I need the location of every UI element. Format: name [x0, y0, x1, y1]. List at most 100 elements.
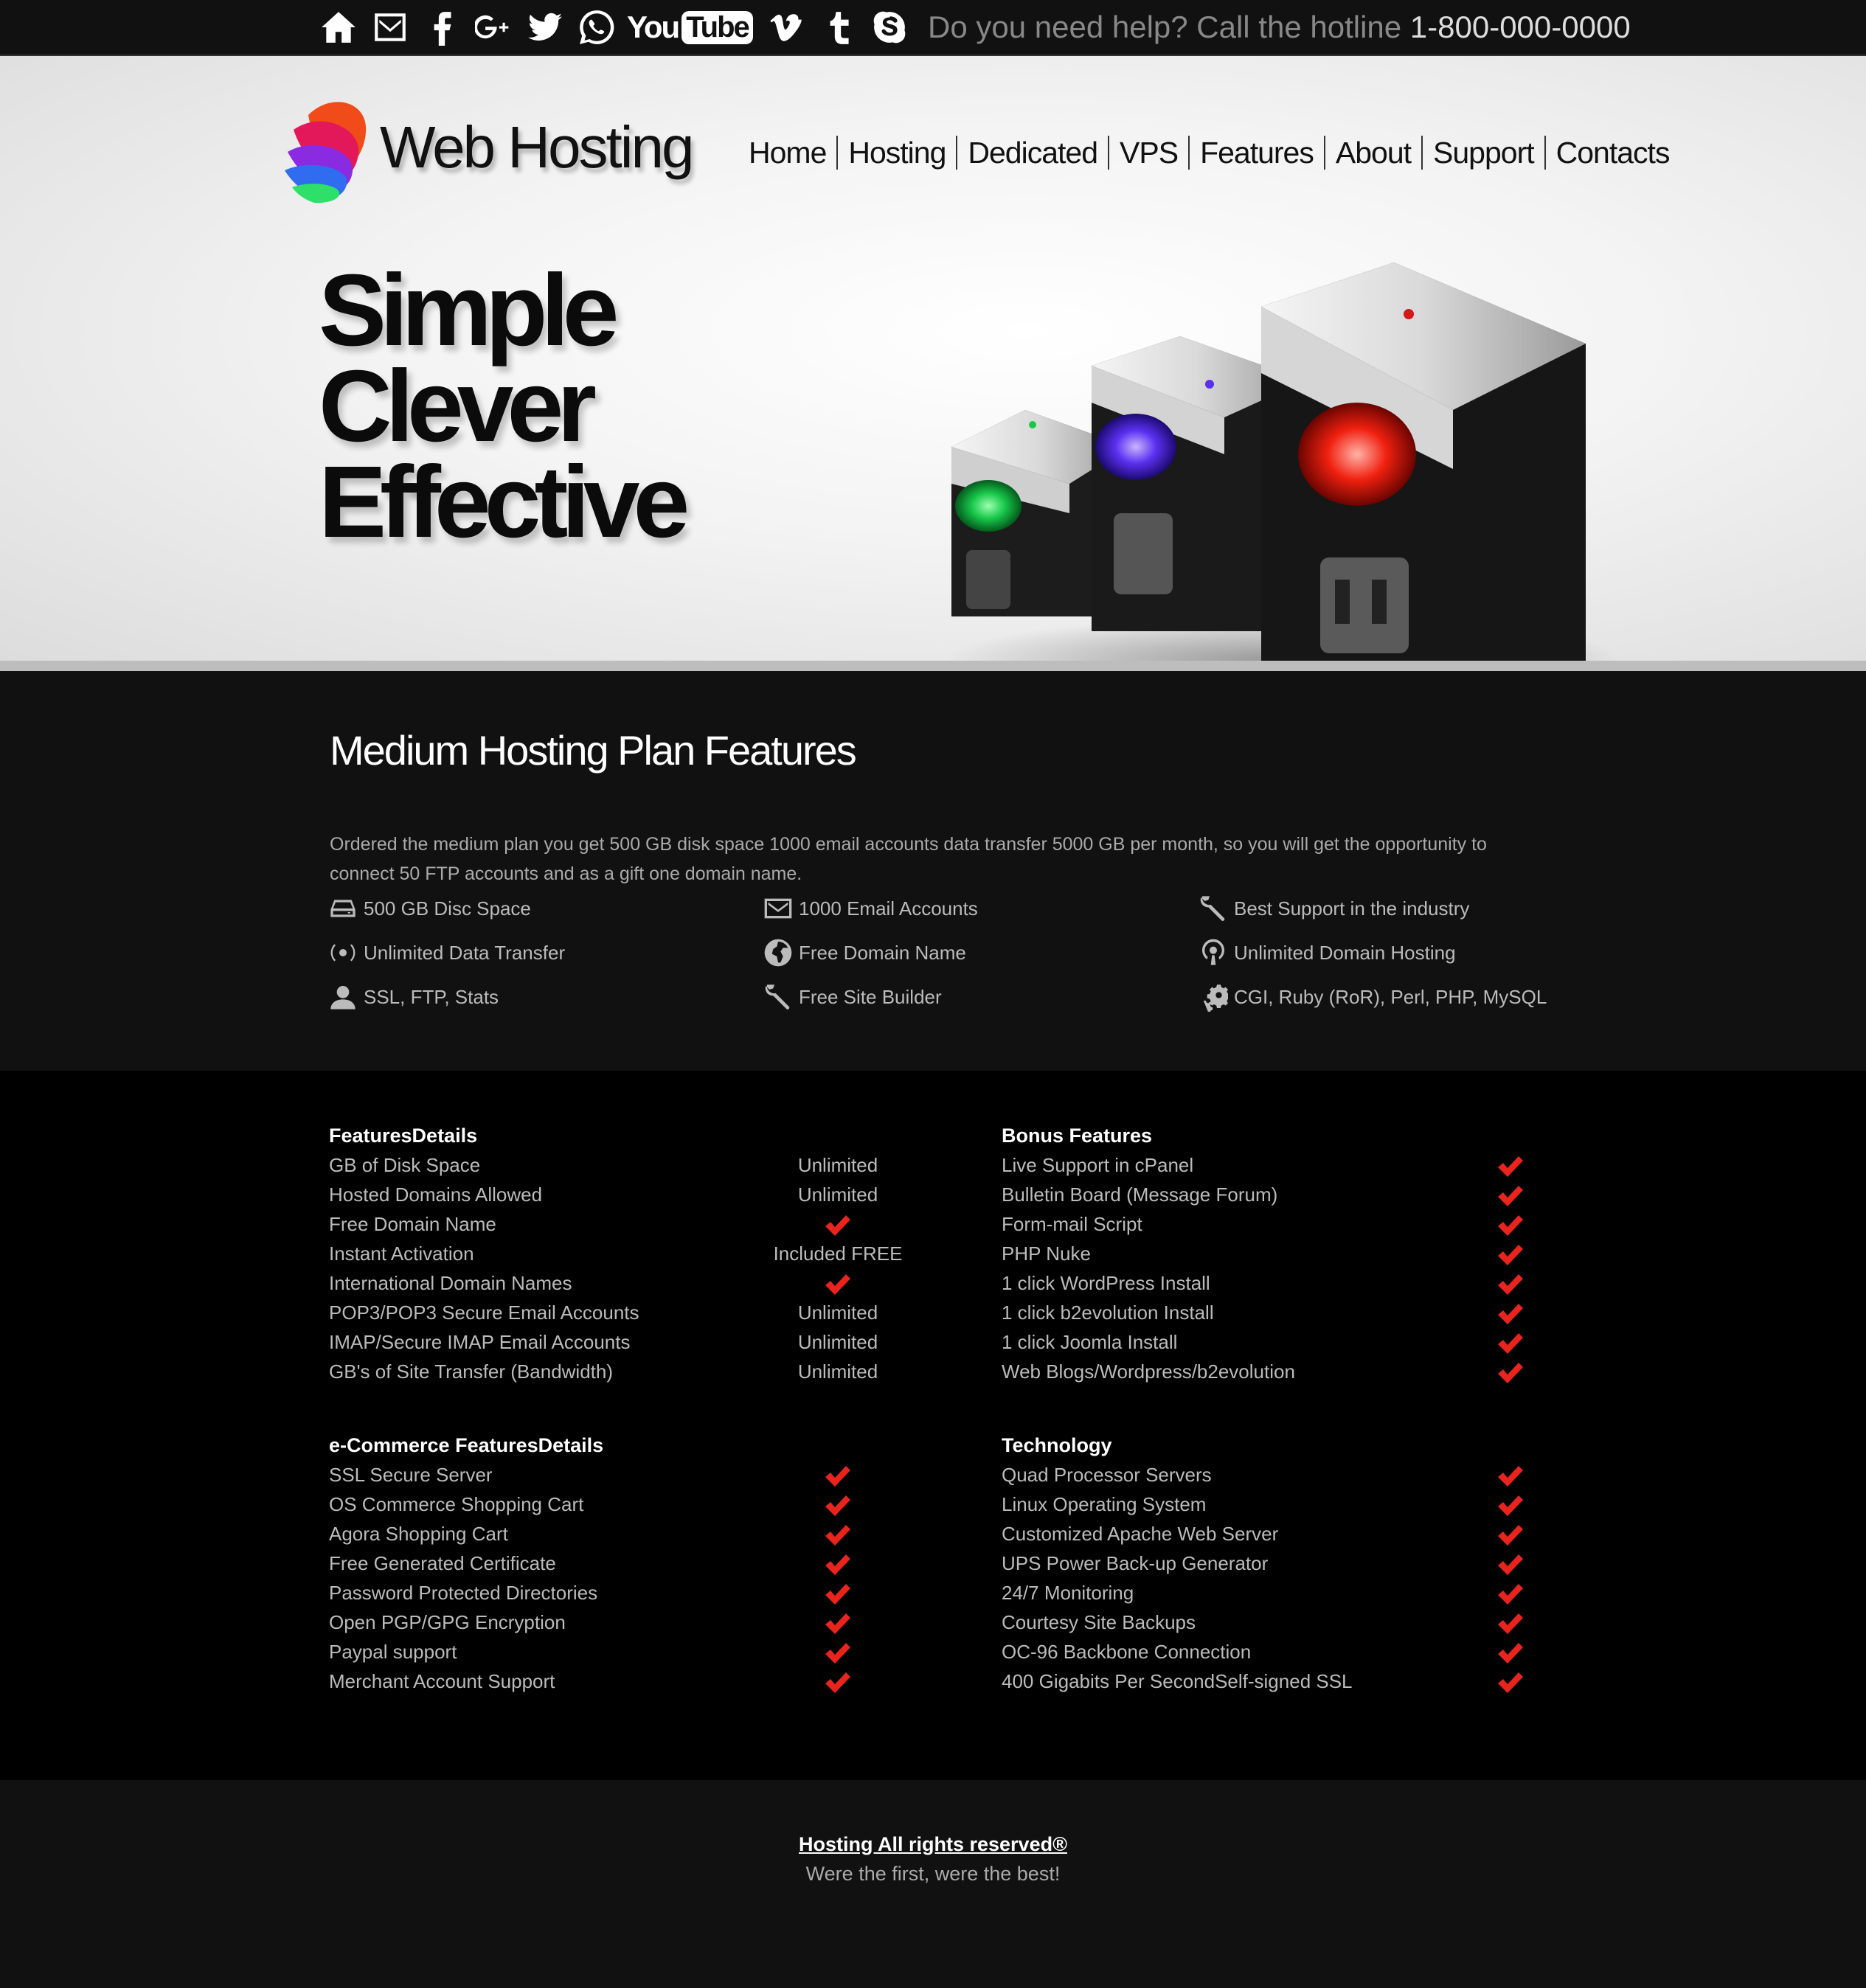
table-row: Web Blogs/Wordpress/b2evolution [1002, 1357, 1629, 1386]
nav-hosting[interactable]: Hosting [836, 136, 956, 170]
table-row: Password Protected Directories [329, 1578, 956, 1608]
check-icon [1444, 1209, 1577, 1239]
user-icon [330, 986, 355, 1009]
gears-icon [1203, 984, 1228, 1012]
table-row: SSL Secure Server [329, 1460, 956, 1490]
wrench-icon [1200, 896, 1225, 921]
feature-item: SSL, FTP, Stats [328, 982, 499, 1012]
row-label: Linux Operating System [1002, 1493, 1207, 1515]
check-icon [771, 1608, 904, 1637]
row-label: Instant Activation [329, 1242, 474, 1265]
feature-item: 1000 Email Accounts [763, 894, 978, 923]
check-icon [1444, 1180, 1577, 1209]
table-row: 24/7 Monitoring [1002, 1578, 1629, 1608]
table-row: Open PGP/GPG Encryption [329, 1608, 956, 1637]
check-icon [771, 1490, 904, 1519]
check-icon [1444, 1460, 1577, 1490]
row-label: Password Protected Directories [329, 1582, 598, 1604]
plan-features-section: Medium Hosting Plan Features Ordered the… [0, 671, 1866, 1071]
youtube-icon[interactable]: You Tube [627, 10, 753, 45]
table-body: Quad Processor Servers Linux Operating Sy… [1002, 1460, 1629, 1696]
tumblr-icon[interactable] [816, 6, 859, 49]
hotline-number[interactable]: 1-800-000-0000 [1410, 10, 1631, 44]
check-icon [1444, 1519, 1577, 1549]
table-row: Free Generated Certificate [329, 1549, 956, 1578]
nav-home[interactable]: Home [749, 136, 836, 170]
nav-features[interactable]: Features [1188, 136, 1324, 170]
feature-item: 500 GB Disc Space [328, 894, 531, 923]
table-body: SSL Secure Server OS Commerce Shopping Ca… [329, 1460, 956, 1696]
nav-contacts[interactable]: Contacts [1544, 136, 1680, 170]
row-label: IMAP/Secure IMAP Email Accounts [329, 1331, 631, 1353]
table-row: OC-96 Backbone Connection [1002, 1637, 1629, 1666]
table-row: 1 click Joomla Install [1002, 1327, 1629, 1357]
table-body: Live Support in cPanel Bulletin Board (Me… [1002, 1150, 1629, 1386]
row-label: Paypal support [329, 1641, 457, 1663]
social-links: You Tube [317, 4, 920, 50]
row-value: Unlimited [797, 1301, 878, 1324]
check-icon [1444, 1578, 1577, 1608]
twitter-icon[interactable] [524, 6, 566, 49]
nav-vps[interactable]: VPS [1108, 136, 1188, 170]
technology-table: Technology Quad Processor Servers Linux O… [1002, 1431, 1629, 1696]
table-row: Quad Processor Servers [1002, 1460, 1629, 1490]
servers-illustration [944, 263, 1615, 705]
envelope-icon [764, 898, 792, 919]
table-row: Merchant Account Support [329, 1666, 956, 1696]
check-icon [1444, 1549, 1577, 1578]
logo-icon[interactable] [279, 86, 375, 204]
hotline: Do you need help? Call the hotline 1-800… [928, 6, 1631, 49]
brand-name[interactable]: Web Hosting [380, 114, 695, 181]
table-row: 400 Gigabits Per SecondSelf-signed SSL [1002, 1666, 1629, 1696]
row-label: Open PGP/GPG Encryption [329, 1611, 566, 1633]
tagline-line: Simple [319, 254, 619, 367]
table-row: POP3/POP3 Secure Email Accounts Unlimited [329, 1298, 956, 1327]
google-plus-icon[interactable] [472, 6, 515, 49]
whatsapp-icon[interactable] [575, 6, 618, 49]
check-icon [1444, 1298, 1577, 1327]
check-icon [1444, 1490, 1577, 1519]
row-label: OS Commerce Shopping Cart [329, 1493, 584, 1515]
footer: Hosting All rights reserved® Were the fi… [0, 1780, 1866, 1988]
features-details-table: FeaturesDetails GB of Disk Space Unlimite… [329, 1121, 956, 1386]
check-icon [1444, 1666, 1577, 1696]
feature-item: Unlimited Data Transfer [328, 938, 565, 967]
copyright-link[interactable]: Hosting All rights reserved® [0, 1833, 1866, 1856]
nav-about[interactable]: About [1323, 136, 1421, 170]
feature-item: Unlimited Domain Hosting [1199, 938, 1456, 967]
skype-icon[interactable] [868, 6, 911, 49]
check-icon [1444, 1608, 1577, 1637]
table-row: Free Domain Name [329, 1209, 956, 1239]
tagline-line: Clever [319, 350, 597, 463]
facebook-icon[interactable] [420, 6, 463, 49]
row-label: 1 click WordPress Install [1002, 1272, 1210, 1294]
row-value: Unlimited [797, 1154, 878, 1176]
check-icon [1444, 1150, 1577, 1180]
top-bar: You Tube Do you need help? Call the hotl… [0, 0, 1866, 56]
check-icon [771, 1549, 904, 1578]
row-label: UPS Power Back-up Generator [1002, 1552, 1269, 1574]
table-row: Live Support in cPanel [1002, 1150, 1629, 1180]
table-row: Hosted Domains Allowed Unlimited [329, 1180, 956, 1209]
nav-support[interactable]: Support [1421, 136, 1544, 170]
feature-item: CGI, Ruby (RoR), Perl, PHP, MySQL [1199, 982, 1547, 1012]
hard-drive-icon [330, 900, 355, 917]
row-label: Free Generated Certificate [329, 1552, 556, 1574]
row-label: Bulletin Board (Message Forum) [1002, 1184, 1278, 1206]
globe-icon [764, 939, 792, 967]
nav-dedicated[interactable]: Dedicated [956, 136, 1108, 170]
home-icon[interactable] [317, 6, 360, 49]
table-row: PHP Nuke [1002, 1239, 1629, 1268]
check-icon [1444, 1239, 1577, 1268]
check-icon [771, 1519, 904, 1549]
check-icon [771, 1268, 904, 1298]
hero-divider [0, 661, 1866, 671]
table-title: Technology [1002, 1434, 1112, 1456]
mail-icon[interactable] [369, 6, 412, 49]
row-label: International Domain Names [329, 1272, 572, 1294]
table-row: OS Commerce Shopping Cart [329, 1490, 956, 1519]
row-label: SSL Secure Server [329, 1464, 493, 1486]
vimeo-icon[interactable] [765, 6, 808, 49]
table-row: Bulletin Board (Message Forum) [1002, 1180, 1629, 1209]
check-icon [1444, 1637, 1577, 1666]
